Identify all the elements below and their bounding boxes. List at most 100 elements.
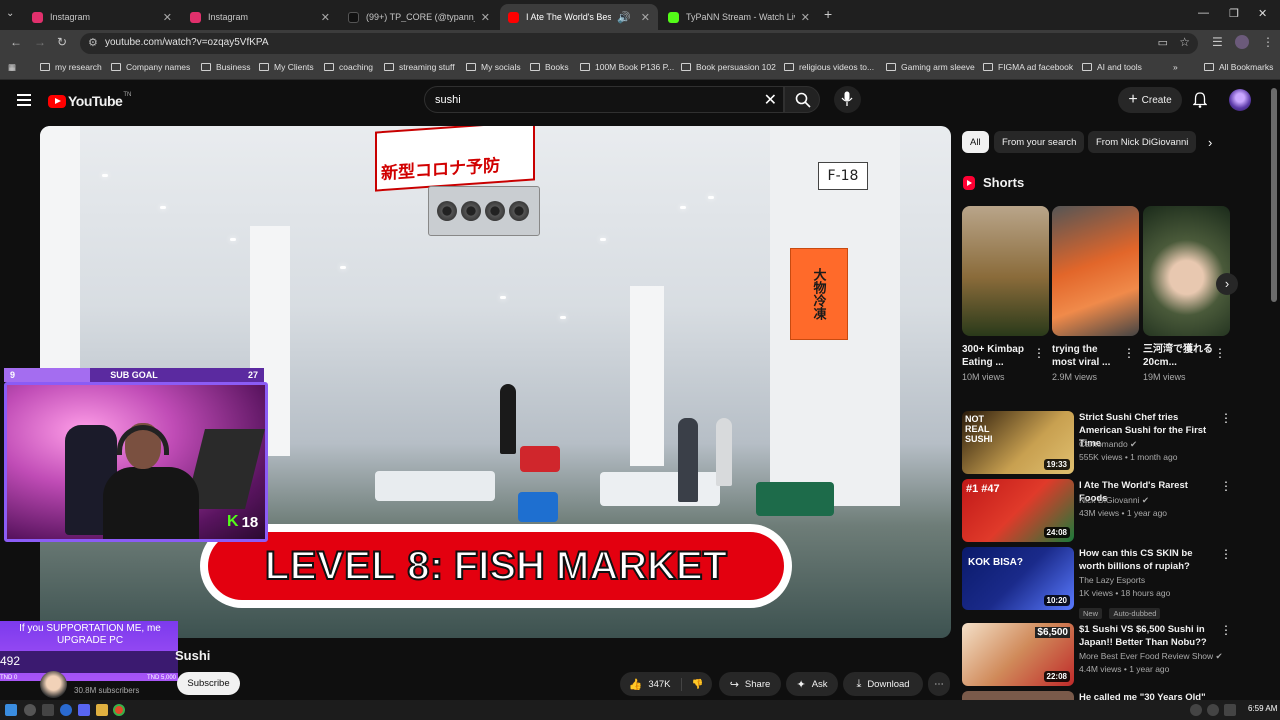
more-vert-icon[interactable]: ⋮ (1220, 547, 1232, 561)
tray-icon[interactable] (1190, 704, 1202, 716)
chrome-icon[interactable] (113, 704, 125, 716)
short-card[interactable]: trying the most viral ... 2.9M views ⋮ (1052, 206, 1139, 382)
cast-icon[interactable]: ▭ (1158, 36, 1168, 49)
task-view-icon[interactable] (42, 704, 54, 716)
ceiling-light (708, 196, 714, 199)
address-bar[interactable]: ⚙ youtube.com/watch?v=ozqay5VfKPA ▭ ☆ (80, 33, 1198, 54)
bookmark-folder[interactable]: Gaming arm sleeve (886, 62, 975, 72)
site-info-icon[interactable]: ⚙ (88, 36, 98, 49)
video-thumbnail (962, 691, 1074, 700)
search-button[interactable] (784, 86, 820, 113)
close-tab-icon[interactable]: ✕ (163, 11, 172, 24)
share-button[interactable]: ↪ Share (719, 672, 781, 696)
chip-from-nick-digiovanni[interactable]: From Nick DiGiovanni (1088, 131, 1197, 153)
streamer-webcam: K 18 (4, 382, 268, 542)
forward-icon[interactable]: → (34, 35, 46, 49)
close-tab-icon[interactable]: ✕ (641, 11, 650, 24)
related-video-item[interactable]: NOT REAL SUSHI 19:33 Strict Sushi Chef t… (962, 411, 1272, 481)
more-vert-icon[interactable]: ⋮ (1214, 346, 1226, 360)
extensions-icon[interactable]: ☰ (1212, 35, 1223, 49)
speaker-icon[interactable]: 🔊 (617, 11, 631, 24)
bookmark-folder[interactable]: Books (530, 62, 569, 72)
bookmark-folder[interactable]: streaming stuff (384, 62, 455, 72)
dislike-button[interactable]: 👎 (682, 679, 704, 690)
more-vert-icon[interactable]: ⋮ (1220, 479, 1232, 493)
voice-search-button[interactable] (834, 86, 861, 113)
all-bookmarks-folder[interactable]: All Bookmarks (1204, 62, 1273, 72)
chips-next-chevron-icon[interactable]: › (1208, 135, 1212, 150)
tab-kick-stream[interactable]: TyPaNN Stream - Watch Live o ✕ (660, 4, 818, 30)
short-card[interactable]: 300+ Kimbap Eating ... 10M views ⋮ (962, 206, 1049, 382)
channel-avatar[interactable] (40, 671, 67, 698)
bookmarks-overflow-icon[interactable]: » (1173, 62, 1178, 72)
bookmark-folder[interactable]: My Clients (259, 62, 314, 72)
notifications-bell-icon[interactable] (1193, 92, 1207, 108)
page-scrollbar[interactable] (1271, 88, 1277, 302)
start-icon[interactable] (5, 704, 17, 716)
related-video-item[interactable]: #1 #47 24:08 I Ate The World's Rarest Fo… (962, 479, 1272, 549)
bookmark-folder[interactable]: religious videos to... (784, 62, 874, 72)
bookmark-folder[interactable]: My socials (466, 62, 521, 72)
bookmark-folder[interactable]: Business (201, 62, 251, 72)
more-vert-icon[interactable]: ⋮ (1220, 411, 1232, 425)
account-avatar[interactable] (1229, 89, 1251, 111)
new-tab-button[interactable]: + (824, 6, 832, 22)
tab-instagram-1[interactable]: Instagram ✕ (24, 4, 180, 30)
bookmark-folder[interactable]: 100M Book P136 P... (580, 62, 674, 72)
close-window-icon[interactable]: ✕ (1258, 7, 1267, 20)
profile-avatar[interactable] (1235, 35, 1249, 49)
hamburger-menu-icon[interactable] (17, 94, 31, 109)
reload-icon[interactable]: ↻ (57, 35, 67, 49)
search-taskbar-icon[interactable] (24, 704, 36, 716)
like-button[interactable]: 👍 347K (629, 677, 682, 691)
bookmark-folder[interactable]: FIGMA ad facebook (983, 62, 1073, 72)
tab-tiktok[interactable]: (99+) TP_CORE (@typann_core) ✕ (340, 4, 498, 30)
related-video-item[interactable]: He called me "30 Years Old" (962, 691, 1272, 700)
short-card[interactable]: 三河湾で獲れる20cm... 19M views ⋮ (1143, 206, 1230, 382)
ceiling-light (230, 238, 236, 241)
bookmark-folder[interactable]: coaching (324, 62, 373, 72)
bookmark-star-icon[interactable]: ☆ (1179, 35, 1190, 49)
bookmark-folder[interactable]: Company names (111, 62, 190, 72)
shorts-next-button[interactable]: › (1216, 273, 1238, 295)
subscribe-button[interactable]: Subscribe (177, 672, 240, 695)
chip-from-your-search[interactable]: From your search (994, 131, 1085, 153)
related-video-item[interactable]: $6,500 22:08 $1 Sushi VS $6,500 Sushi in… (962, 623, 1272, 693)
like-dislike-group: 👍 347K 👎 (620, 672, 712, 696)
chip-all[interactable]: All (962, 131, 989, 153)
bookmark-folder[interactable]: my research (40, 62, 102, 72)
youtube-logo[interactable]: YouTube TN (48, 92, 131, 109)
tab-youtube-active[interactable]: I Ate The World's Best Sushi 🔊 ✕ (500, 4, 658, 30)
ask-button[interactable]: ✦ Ask (786, 672, 838, 696)
discord-icon[interactable] (78, 704, 90, 716)
related-video-item[interactable]: KOK BISA? 10:20 How can this CS SKIN be … (962, 547, 1272, 619)
tab-instagram-2[interactable]: Instagram ✕ (182, 4, 338, 30)
back-icon[interactable]: ← (10, 35, 22, 49)
restore-icon[interactable]: ❐ (1229, 7, 1239, 20)
ceiling-light (500, 296, 506, 299)
more-vert-icon[interactable]: ⋮ (1123, 346, 1135, 360)
more-horizontal-icon: ⋯ (934, 678, 944, 690)
minimize-icon[interactable]: — (1198, 7, 1209, 19)
short-thumbnail (962, 206, 1049, 336)
tray-icon[interactable] (1207, 704, 1219, 716)
close-tab-icon[interactable]: ✕ (801, 11, 810, 24)
menu-kebab-icon[interactable]: ⋮ (1262, 35, 1274, 49)
file-explorer-icon[interactable] (96, 704, 108, 716)
create-button[interactable]: + Create (1118, 87, 1182, 113)
volume-icon[interactable] (1224, 704, 1236, 716)
clear-search-icon[interactable]: ✕ (764, 90, 777, 110)
more-vert-icon[interactable]: ⋮ (1220, 623, 1232, 637)
more-vert-icon[interactable]: ⋮ (1033, 346, 1045, 360)
bookmark-folder[interactable]: Book persuasion 102 (681, 62, 776, 72)
tab-search-icon[interactable]: ⌄ (6, 8, 14, 19)
bookmark-folder[interactable]: AI and tools (1082, 62, 1142, 72)
close-tab-icon[interactable]: ✕ (321, 11, 330, 24)
ceiling-light (102, 174, 108, 177)
edge-icon[interactable] (60, 704, 72, 716)
apps-grid-icon[interactable]: ▦ (8, 62, 16, 73)
search-input[interactable]: sushi ✕ (424, 86, 784, 113)
more-actions-button[interactable]: ⋯ (928, 672, 950, 696)
close-tab-icon[interactable]: ✕ (481, 11, 490, 24)
download-button[interactable]: ⤓ Download (843, 672, 923, 696)
